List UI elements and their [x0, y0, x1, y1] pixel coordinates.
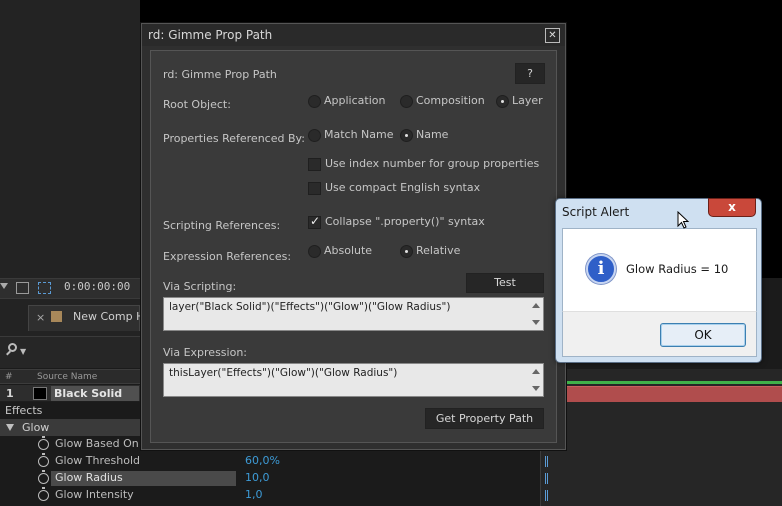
- project-panel-area: [0, 0, 140, 278]
- alert-title: Script Alert: [562, 205, 630, 219]
- radio-relative[interactable]: [400, 245, 413, 258]
- get-property-path-button[interactable]: Get Property Path: [425, 408, 544, 429]
- scroll-up-icon[interactable]: [532, 369, 540, 374]
- property-name: Glow Intensity: [55, 488, 134, 501]
- radio-match-name-label[interactable]: Match Name: [324, 128, 394, 141]
- scripting-references-label: Scripting References:: [163, 219, 281, 232]
- property-name: Glow Radius: [51, 471, 236, 486]
- gimme-prop-path-dialog: rd: Gimme Prop Path ✕ rd: Gimme Prop Pat…: [141, 23, 566, 450]
- info-icon: i: [586, 254, 616, 284]
- dialog-body: rd: Gimme Prop Path ? Root Object: Appli…: [150, 50, 557, 443]
- column-source-name[interactable]: Source Name: [37, 372, 97, 382]
- via-scripting-label: Via Scripting:: [163, 280, 237, 293]
- property-value[interactable]: 1,0: [245, 488, 263, 501]
- keyframe-marker[interactable]: [545, 490, 548, 501]
- effects-group-label[interactable]: Effects: [5, 404, 42, 417]
- radio-composition-label[interactable]: Composition: [416, 94, 485, 107]
- property-value[interactable]: 10,0: [245, 471, 270, 484]
- property-name: Glow Threshold: [55, 454, 141, 467]
- property-row[interactable]: Glow Threshold 60,0%: [0, 453, 540, 470]
- use-index-label[interactable]: Use index number for group properties: [325, 157, 539, 170]
- radio-absolute[interactable]: [308, 245, 321, 258]
- use-index-checkbox[interactable]: [308, 158, 321, 171]
- radio-absolute-label[interactable]: Absolute: [324, 244, 372, 257]
- property-name: Glow Based On: [55, 437, 139, 450]
- stopwatch-icon[interactable]: [38, 470, 49, 484]
- via-expression-textarea[interactable]: thisLayer("Effects")("Glow")("Glow Radiu…: [163, 363, 544, 397]
- radio-layer-label[interactable]: Layer: [512, 94, 543, 107]
- via-scripting-textarea[interactable]: layer("Black Solid")("Effects")("Glow")(…: [163, 297, 544, 331]
- property-value[interactable]: 60,0%: [245, 454, 280, 467]
- layer-duration-bar[interactable]: [566, 386, 782, 402]
- comp-icon: [51, 311, 62, 322]
- column-number: #: [5, 372, 13, 382]
- alert-message: Glow Radius = 10: [626, 262, 729, 276]
- current-time-display[interactable]: 0:00:00:00: [64, 280, 130, 293]
- use-compact-checkbox[interactable]: [308, 182, 321, 195]
- stopwatch-icon[interactable]: [38, 436, 49, 450]
- scroll-up-icon[interactable]: [532, 303, 540, 308]
- mask-icon[interactable]: [38, 282, 51, 294]
- keyframe-marker[interactable]: [545, 456, 548, 467]
- stopwatch-icon[interactable]: [38, 487, 49, 501]
- test-button[interactable]: Test: [466, 273, 544, 293]
- via-scripting-value: layer("Black Solid")("Effects")("Glow")(…: [169, 301, 451, 313]
- radio-name-label[interactable]: Name: [416, 128, 448, 141]
- help-button[interactable]: ?: [515, 63, 545, 84]
- property-row[interactable]: Glow Intensity 1,0: [0, 487, 540, 504]
- expression-references-label: Expression References:: [163, 250, 292, 263]
- close-icon[interactable]: ✕: [545, 28, 560, 43]
- radio-application[interactable]: [308, 95, 321, 108]
- chevron-down-icon[interactable]: [0, 283, 8, 289]
- via-expression-value: thisLayer("Effects")("Glow")("Glow Radiu…: [169, 367, 398, 379]
- property-row-selected[interactable]: Glow Radius 10,0: [0, 470, 540, 487]
- use-compact-label[interactable]: Use compact English syntax: [325, 181, 480, 194]
- close-icon[interactable]: x: [708, 198, 756, 217]
- radio-composition[interactable]: [400, 95, 413, 108]
- tab-label: New Comp H: [73, 310, 145, 323]
- collapse-property-checkbox[interactable]: [308, 214, 321, 229]
- expand-triangle-icon[interactable]: [6, 424, 14, 431]
- collapse-property-label[interactable]: Collapse ".property()" syntax: [325, 215, 485, 228]
- radio-relative-label[interactable]: Relative: [416, 244, 460, 257]
- properties-referenced-label: Properties Referenced By:: [163, 132, 305, 145]
- textarea-scrollbar[interactable]: [530, 300, 541, 328]
- radio-name[interactable]: [400, 129, 413, 142]
- layer-color-swatch: [33, 387, 47, 400]
- search-icon[interactable]: [8, 343, 17, 352]
- grid-icon[interactable]: [16, 282, 29, 294]
- glow-effect-label[interactable]: Glow: [22, 421, 49, 434]
- radio-layer[interactable]: [496, 95, 509, 108]
- radio-match-name[interactable]: [308, 129, 321, 142]
- layer-name[interactable]: Black Solid: [51, 386, 139, 401]
- via-expression-label: Via Expression:: [163, 346, 247, 359]
- layer-number: 1: [6, 387, 14, 400]
- keyframe-marker[interactable]: [545, 473, 548, 484]
- radio-application-label[interactable]: Application: [324, 94, 385, 107]
- close-icon[interactable]: ×: [36, 311, 45, 324]
- glow-effect-row[interactable]: [0, 419, 140, 436]
- dialog-title: rd: Gimme Prop Path: [148, 28, 273, 42]
- scroll-down-icon[interactable]: [532, 320, 540, 325]
- chevron-down-icon[interactable]: ▼: [20, 347, 26, 356]
- dialog-heading: rd: Gimme Prop Path: [163, 68, 277, 81]
- ok-button[interactable]: OK: [660, 323, 746, 347]
- textarea-scrollbar[interactable]: [530, 366, 541, 394]
- dialog-titlebar[interactable]: rd: Gimme Prop Path ✕: [142, 24, 565, 46]
- stopwatch-icon[interactable]: [38, 453, 49, 467]
- scroll-down-icon[interactable]: [532, 386, 540, 391]
- root-object-label: Root Object:: [163, 98, 231, 111]
- work-area-bar[interactable]: [566, 381, 782, 384]
